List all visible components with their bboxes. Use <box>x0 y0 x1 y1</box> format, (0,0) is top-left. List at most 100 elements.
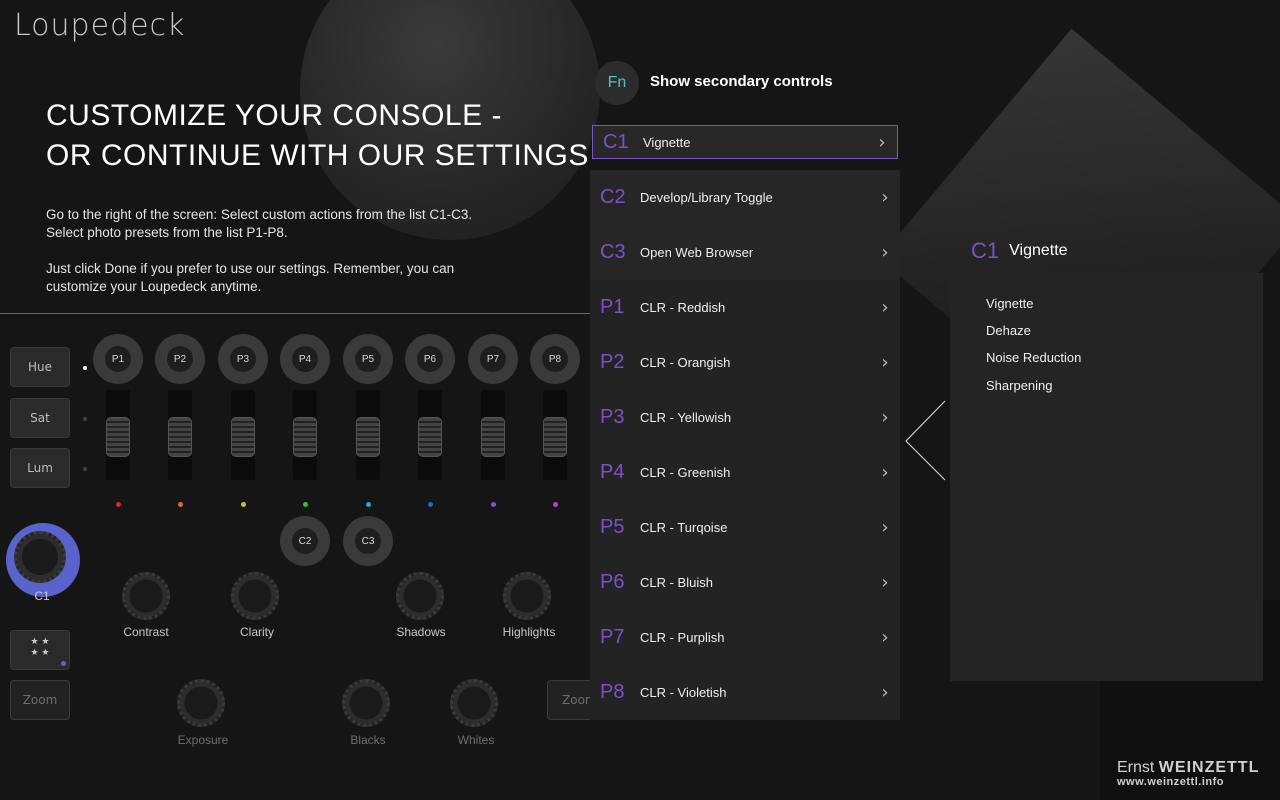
list-code: P2 <box>600 351 625 373</box>
preset-label-p8: P8 <box>542 346 568 372</box>
preset-label-p6: P6 <box>417 346 443 372</box>
fader-knob-6[interactable] <box>418 417 442 457</box>
list-label: CLR - Violetish <box>640 685 727 700</box>
detail-name: Vignette <box>1009 242 1068 259</box>
chevron-right-icon: › <box>881 187 889 208</box>
c1-dial-label: C1 <box>34 589 50 603</box>
c1-dial[interactable] <box>14 531 66 583</box>
preset-button-p1[interactable]: P1 <box>93 334 143 384</box>
list-label: Open Web Browser <box>640 245 754 260</box>
custom-button-c2[interactable]: C2 <box>280 516 330 566</box>
fn-toggle-button[interactable]: Fn <box>595 61 639 105</box>
rating-stars-icon: ★ ★ ★ ★ <box>30 637 50 658</box>
fader-color-dot-6 <box>428 502 433 507</box>
list-item-p7[interactable]: P7 CLR - Purplish › <box>590 610 900 665</box>
sat-button[interactable]: Sat <box>10 398 70 438</box>
preset-button-p7[interactable]: P7 <box>468 334 518 384</box>
list-label: CLR - Yellowish <box>640 410 732 425</box>
list-code: P5 <box>600 516 625 538</box>
action-list: C1 Vignette › C2 Develop/Library Toggle › C3… <box>590 115 900 720</box>
option-noise-reduction[interactable]: Noise Reduction <box>986 350 1081 365</box>
fader-color-dot-5 <box>366 502 371 507</box>
hue-button[interactable]: Hue <box>10 347 70 387</box>
list-item-p2[interactable]: P2 CLR - Orangish › <box>590 335 900 390</box>
list-item-p3[interactable]: P3 CLR - Yellowish › <box>590 390 900 445</box>
zoom-left-button[interactable]: Zoom <box>10 680 70 720</box>
fader-knob-5[interactable] <box>356 417 380 457</box>
contrast-label: Contrast <box>123 625 169 639</box>
list-item-p5[interactable]: P5 CLR - Turqoise › <box>590 500 900 555</box>
shadows-dial[interactable] <box>396 572 444 620</box>
list-item-p1[interactable]: P1 CLR - Reddish › <box>590 280 900 335</box>
preset-label-p1: P1 <box>105 346 131 372</box>
fader-color-dot-2 <box>178 502 183 507</box>
preset-button-p4[interactable]: P4 <box>280 334 330 384</box>
list-code: C3 <box>600 241 626 263</box>
list-code: P8 <box>600 681 625 703</box>
preset-button-p8[interactable]: P8 <box>530 334 580 384</box>
option-vignette[interactable]: Vignette <box>986 296 1033 311</box>
chevron-right-icon: › <box>881 462 889 483</box>
option-sharpening[interactable]: Sharpening <box>986 378 1053 393</box>
custom-button-c3[interactable]: C3 <box>343 516 393 566</box>
list-item-c1[interactable]: C1 Vignette › <box>592 125 898 159</box>
option-dehaze[interactable]: Dehaze <box>986 323 1031 338</box>
list-item-c3[interactable]: C3 Open Web Browser › <box>590 225 900 280</box>
list-item-c2[interactable]: C2 Develop/Library Toggle › <box>590 170 900 225</box>
chevron-right-icon: › <box>881 572 889 593</box>
list-label: CLR - Reddish <box>640 300 726 315</box>
fader-color-dot-3 <box>241 502 246 507</box>
chevron-right-icon: › <box>881 682 889 703</box>
list-label: CLR - Orangish <box>640 355 731 370</box>
credit-last-name: WEINZETTL <box>1158 759 1260 776</box>
preset-button-p2[interactable]: P2 <box>155 334 205 384</box>
rating-button[interactable]: ★ ★ ★ ★ <box>10 630 70 670</box>
whites-label: Whites <box>457 733 495 747</box>
list-item-p8[interactable]: P8 CLR - Violetish › <box>590 665 900 720</box>
whites-dial[interactable] <box>450 679 498 727</box>
preset-button-p6[interactable]: P6 <box>405 334 455 384</box>
fader-knob-3[interactable] <box>231 417 255 457</box>
fader-color-dot-7 <box>491 502 496 507</box>
intro-paragraph-1: Go to the right of the screen: Select cu… <box>46 206 566 242</box>
preset-button-p3[interactable]: P3 <box>218 334 268 384</box>
preset-label-p3: P3 <box>230 346 256 372</box>
fader-knob-8[interactable] <box>543 417 567 457</box>
preset-label-p2: P2 <box>167 346 193 372</box>
list-item-p4[interactable]: P4 CLR - Greenish › <box>590 445 900 500</box>
custom-label-c3: C3 <box>355 528 381 554</box>
highlights-dial[interactable] <box>503 572 551 620</box>
zoom-right-button[interactable]: Zoom <box>547 680 593 720</box>
exposure-dial[interactable] <box>177 679 225 727</box>
shadows-label: Shadows <box>396 625 446 639</box>
fn-toggle-label[interactable]: Show secondary controls <box>650 73 833 90</box>
headline-line-2: OR CONTINUE WITH OUR SETTINGS <box>46 139 589 172</box>
chevron-right-icon: › <box>881 517 889 538</box>
fader-knob-7[interactable] <box>481 417 505 457</box>
panel-pointer-icon <box>905 400 946 481</box>
sat-indicator-dot <box>83 417 87 421</box>
preset-button-p5[interactable]: P5 <box>343 334 393 384</box>
contrast-dial[interactable] <box>122 572 170 620</box>
list-item-p6[interactable]: P6 CLR - Bluish › <box>590 555 900 610</box>
preset-label-p7: P7 <box>480 346 506 372</box>
chevron-right-icon: › <box>881 627 889 648</box>
page-headline: CUSTOMIZE YOUR CONSOLE - OR CONTINUE WIT… <box>46 96 589 176</box>
fader-knob-1[interactable] <box>106 417 130 457</box>
intro-text: Go to the right of the screen: Select cu… <box>46 206 566 314</box>
hue-indicator-dot <box>83 366 87 370</box>
list-code: P7 <box>600 626 625 648</box>
list-label: CLR - Purplish <box>640 630 725 645</box>
credit-url: www.weinzettl.info <box>1117 776 1224 788</box>
list-label: CLR - Turqoise <box>640 520 728 535</box>
fader-knob-4[interactable] <box>293 417 317 457</box>
intro-p2-line2: customize your Loupedeck anytime. <box>46 279 262 294</box>
blacks-dial[interactable] <box>342 679 390 727</box>
lum-button[interactable]: Lum <box>10 448 70 488</box>
clarity-dial[interactable] <box>231 572 279 620</box>
preset-label-p4: P4 <box>292 346 318 372</box>
blacks-label: Blacks <box>350 733 386 747</box>
preset-label-p5: P5 <box>355 346 381 372</box>
fader-knob-2[interactable] <box>168 417 192 457</box>
chevron-right-icon: › <box>878 131 886 153</box>
